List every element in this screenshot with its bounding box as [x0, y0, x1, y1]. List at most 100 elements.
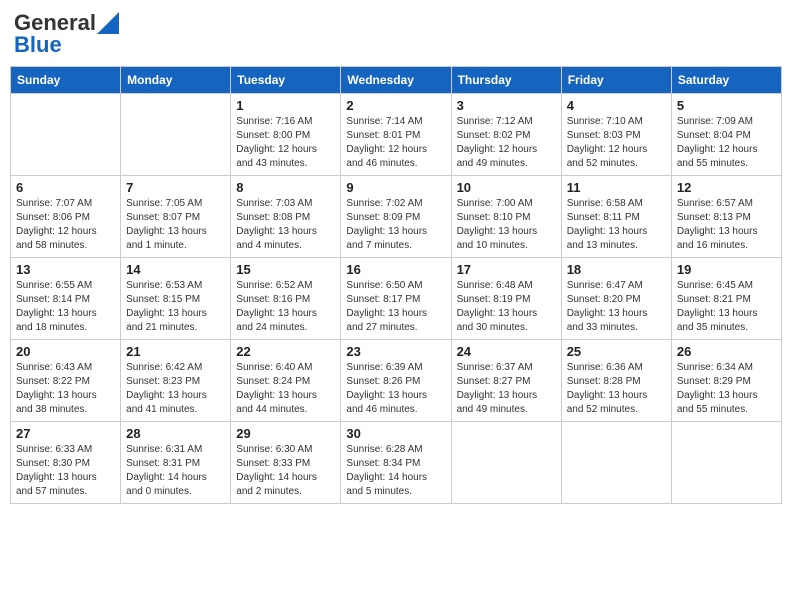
calendar-cell: 8 Sunrise: 7:03 AMSunset: 8:08 PMDaylight…	[231, 176, 341, 258]
day-number: 17	[457, 262, 556, 277]
day-number: 18	[567, 262, 666, 277]
day-number: 14	[126, 262, 225, 277]
calendar-cell: 17 Sunrise: 6:48 AMSunset: 8:19 PMDayligh…	[451, 258, 561, 340]
calendar-cell: 16 Sunrise: 6:50 AMSunset: 8:17 PMDayligh…	[341, 258, 451, 340]
calendar-cell: 9 Sunrise: 7:02 AMSunset: 8:09 PMDaylight…	[341, 176, 451, 258]
calendar-cell: 24 Sunrise: 6:37 AMSunset: 8:27 PMDayligh…	[451, 340, 561, 422]
day-number: 29	[236, 426, 335, 441]
day-info: Sunrise: 7:16 AMSunset: 8:00 PMDaylight:…	[236, 115, 335, 171]
calendar-cell: 15 Sunrise: 6:52 AMSunset: 8:16 PMDayligh…	[231, 258, 341, 340]
day-info: Sunrise: 7:03 AMSunset: 8:08 PMDaylight:…	[236, 197, 335, 253]
page-header: General Blue	[10, 10, 782, 58]
day-info: Sunrise: 7:05 AMSunset: 8:07 PMDaylight:…	[126, 197, 225, 253]
day-info: Sunrise: 6:39 AMSunset: 8:26 PMDaylight:…	[346, 361, 445, 417]
calendar-cell: 27 Sunrise: 6:33 AMSunset: 8:30 PMDayligh…	[11, 422, 121, 504]
calendar-cell: 22 Sunrise: 6:40 AMSunset: 8:24 PMDayligh…	[231, 340, 341, 422]
calendar-cell: 5 Sunrise: 7:09 AMSunset: 8:04 PMDaylight…	[671, 94, 781, 176]
day-number: 13	[16, 262, 115, 277]
day-info: Sunrise: 7:12 AMSunset: 8:02 PMDaylight:…	[457, 115, 556, 171]
day-info: Sunrise: 6:34 AMSunset: 8:29 PMDaylight:…	[677, 361, 776, 417]
day-number: 4	[567, 98, 666, 113]
day-number: 8	[236, 180, 335, 195]
day-info: Sunrise: 7:14 AMSunset: 8:01 PMDaylight:…	[346, 115, 445, 171]
day-of-week-header: Monday	[121, 67, 231, 94]
calendar-cell: 23 Sunrise: 6:39 AMSunset: 8:26 PMDayligh…	[341, 340, 451, 422]
day-number: 22	[236, 344, 335, 359]
calendar-cell: 12 Sunrise: 6:57 AMSunset: 8:13 PMDayligh…	[671, 176, 781, 258]
day-number: 11	[567, 180, 666, 195]
calendar-table: SundayMondayTuesdayWednesdayThursdayFrid…	[10, 66, 782, 504]
day-of-week-header: Thursday	[451, 67, 561, 94]
calendar-cell: 11Sunrise: 6:58 AMSunset: 8:11 PMDayligh…	[561, 176, 671, 258]
calendar-cell: 10Sunrise: 7:00 AMSunset: 8:10 PMDayligh…	[451, 176, 561, 258]
day-info: Sunrise: 6:40 AMSunset: 8:24 PMDaylight:…	[236, 361, 335, 417]
calendar-cell: 21 Sunrise: 6:42 AMSunset: 8:23 PMDayligh…	[121, 340, 231, 422]
day-info: Sunrise: 6:52 AMSunset: 8:16 PMDaylight:…	[236, 279, 335, 335]
calendar-week-row: 27 Sunrise: 6:33 AMSunset: 8:30 PMDayligh…	[11, 422, 782, 504]
day-info: Sunrise: 6:42 AMSunset: 8:23 PMDaylight:…	[126, 361, 225, 417]
day-number: 19	[677, 262, 776, 277]
day-info: Sunrise: 6:43 AMSunset: 8:22 PMDaylight:…	[16, 361, 115, 417]
day-number: 27	[16, 426, 115, 441]
calendar-week-row: 1 Sunrise: 7:16 AMSunset: 8:00 PMDaylight…	[11, 94, 782, 176]
day-of-week-header: Saturday	[671, 67, 781, 94]
day-number: 9	[346, 180, 445, 195]
day-number: 2	[346, 98, 445, 113]
day-of-week-header: Sunday	[11, 67, 121, 94]
day-number: 12	[677, 180, 776, 195]
day-info: Sunrise: 6:55 AMSunset: 8:14 PMDaylight:…	[16, 279, 115, 335]
day-info: Sunrise: 6:33 AMSunset: 8:30 PMDaylight:…	[16, 443, 115, 499]
logo-blue-text: Blue	[14, 32, 62, 58]
day-number: 24	[457, 344, 556, 359]
day-info: Sunrise: 6:57 AMSunset: 8:13 PMDaylight:…	[677, 197, 776, 253]
calendar-cell	[561, 422, 671, 504]
day-number: 3	[457, 98, 556, 113]
day-info: Sunrise: 6:36 AMSunset: 8:28 PMDaylight:…	[567, 361, 666, 417]
day-info: Sunrise: 6:47 AMSunset: 8:20 PMDaylight:…	[567, 279, 666, 335]
day-info: Sunrise: 7:10 AMSunset: 8:03 PMDaylight:…	[567, 115, 666, 171]
day-number: 15	[236, 262, 335, 277]
day-number: 16	[346, 262, 445, 277]
day-info: Sunrise: 6:37 AMSunset: 8:27 PMDaylight:…	[457, 361, 556, 417]
day-info: Sunrise: 7:00 AMSunset: 8:10 PMDaylight:…	[457, 197, 556, 253]
calendar-cell: 30 Sunrise: 6:28 AMSunset: 8:34 PMDayligh…	[341, 422, 451, 504]
calendar-week-row: 20 Sunrise: 6:43 AMSunset: 8:22 PMDayligh…	[11, 340, 782, 422]
day-number: 7	[126, 180, 225, 195]
calendar-cell: 6Sunrise: 7:07 AMSunset: 8:06 PMDaylight…	[11, 176, 121, 258]
day-number: 21	[126, 344, 225, 359]
calendar-cell: 4 Sunrise: 7:10 AMSunset: 8:03 PMDaylight…	[561, 94, 671, 176]
calendar-cell: 25 Sunrise: 6:36 AMSunset: 8:28 PMDayligh…	[561, 340, 671, 422]
calendar-cell: 18 Sunrise: 6:47 AMSunset: 8:20 PMDayligh…	[561, 258, 671, 340]
day-info: Sunrise: 7:09 AMSunset: 8:04 PMDaylight:…	[677, 115, 776, 171]
calendar-cell: 29 Sunrise: 6:30 AMSunset: 8:33 PMDayligh…	[231, 422, 341, 504]
day-number: 26	[677, 344, 776, 359]
day-info: Sunrise: 6:50 AMSunset: 8:17 PMDaylight:…	[346, 279, 445, 335]
day-info: Sunrise: 7:02 AMSunset: 8:09 PMDaylight:…	[346, 197, 445, 253]
day-number: 30	[346, 426, 445, 441]
calendar-week-row: 13 Sunrise: 6:55 AMSunset: 8:14 PMDayligh…	[11, 258, 782, 340]
day-number: 25	[567, 344, 666, 359]
calendar-cell: 3 Sunrise: 7:12 AMSunset: 8:02 PMDaylight…	[451, 94, 561, 176]
calendar-cell	[451, 422, 561, 504]
day-info: Sunrise: 6:31 AMSunset: 8:31 PMDaylight:…	[126, 443, 225, 499]
calendar-cell: 7 Sunrise: 7:05 AMSunset: 8:07 PMDaylight…	[121, 176, 231, 258]
calendar-cell: 14 Sunrise: 6:53 AMSunset: 8:15 PMDayligh…	[121, 258, 231, 340]
logo: General Blue	[14, 10, 119, 58]
day-info: Sunrise: 6:48 AMSunset: 8:19 PMDaylight:…	[457, 279, 556, 335]
calendar-week-row: 6Sunrise: 7:07 AMSunset: 8:06 PMDaylight…	[11, 176, 782, 258]
day-info: Sunrise: 6:45 AMSunset: 8:21 PMDaylight:…	[677, 279, 776, 335]
day-info: Sunrise: 6:53 AMSunset: 8:15 PMDaylight:…	[126, 279, 225, 335]
day-number: 5	[677, 98, 776, 113]
calendar-cell: 19 Sunrise: 6:45 AMSunset: 8:21 PMDayligh…	[671, 258, 781, 340]
day-info: Sunrise: 6:28 AMSunset: 8:34 PMDaylight:…	[346, 443, 445, 499]
calendar-cell	[121, 94, 231, 176]
calendar-cell: 2 Sunrise: 7:14 AMSunset: 8:01 PMDaylight…	[341, 94, 451, 176]
day-info: Sunrise: 7:07 AMSunset: 8:06 PMDaylight:…	[16, 197, 115, 253]
calendar-cell: 28Sunrise: 6:31 AMSunset: 8:31 PMDayligh…	[121, 422, 231, 504]
day-number: 23	[346, 344, 445, 359]
day-number: 20	[16, 344, 115, 359]
day-info: Sunrise: 6:30 AMSunset: 8:33 PMDaylight:…	[236, 443, 335, 499]
calendar-cell	[671, 422, 781, 504]
day-number: 1	[236, 98, 335, 113]
calendar-cell: 13 Sunrise: 6:55 AMSunset: 8:14 PMDayligh…	[11, 258, 121, 340]
